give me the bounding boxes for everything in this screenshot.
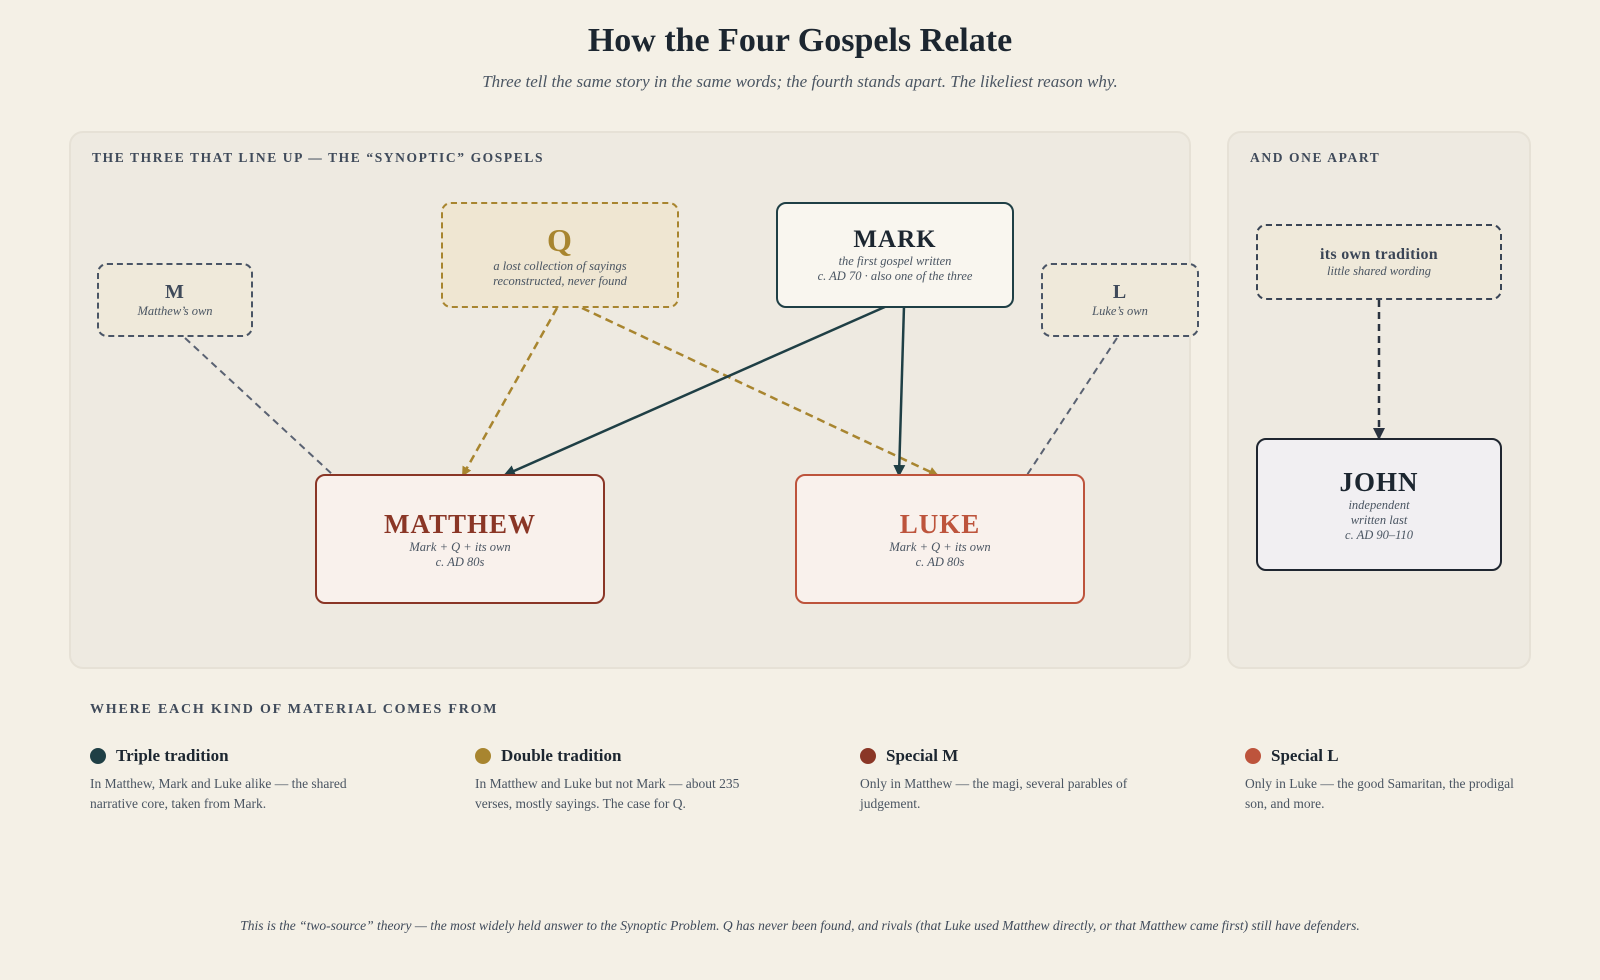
legend-item-double: Double tradition In Matthew and Luke but… [475, 746, 745, 814]
node-john-note-2: written last [1350, 512, 1408, 527]
legend-title-special-l: Special L [1271, 746, 1339, 765]
node-l-name: L [1112, 281, 1128, 303]
node-matthew-name: MATTHEW [383, 508, 536, 539]
node-matthew-note-2: c. AD 80s [435, 554, 485, 569]
node-mark-note-1: the first gospel written [838, 254, 952, 268]
legend-desc-double: In Matthew and Luke but not Mark — about… [475, 776, 740, 811]
node-m-note: Matthew’s own [137, 304, 213, 318]
legend-dot-special-l [1245, 748, 1261, 764]
node-luke-name: LUKE [899, 508, 981, 539]
node-q-note-2: reconstructed, never found [493, 273, 627, 288]
legend-title-special-m: Special M [886, 746, 959, 765]
footnote: This is the “two-source” theory — the mo… [240, 918, 1360, 933]
node-luke-note-2: c. AD 80s [915, 554, 965, 569]
edge-l-to-luke [1026, 337, 1118, 476]
node-mark: MARK the first gospel written c. AD 70 ·… [776, 202, 1014, 308]
node-l-note: Luke’s own [1092, 304, 1148, 318]
node-l: L Luke’s own [1041, 263, 1199, 337]
node-matthew: MATTHEW Mark + Q + its own c. AD 80s [315, 474, 605, 604]
edge-m-to-matthew [184, 337, 334, 476]
node-john: JOHN independent written last c. AD 90–1… [1256, 438, 1502, 571]
legend-desc-triple: In Matthew, Mark and Luke alike — the sh… [90, 776, 347, 811]
legend-desc-special-m: Only in Matthew — the magi, several para… [860, 776, 1128, 811]
node-john-note-1: independent [1348, 497, 1410, 512]
legend-dot-special-m [860, 748, 876, 764]
node-q: Q a lost collection of sayings reconstru… [441, 202, 679, 308]
node-q-note-1: a lost collection of sayings [493, 258, 627, 273]
node-m: M Matthew’s own [97, 263, 253, 337]
legend-heading: WHERE EACH KIND OF MATERIAL COMES FROM [90, 702, 499, 717]
node-luke-note-1: Mark + Q + its own [889, 539, 991, 554]
node-m-name: M [165, 281, 185, 303]
node-john-name: JOHN [1339, 466, 1419, 497]
node-own-tradition-name: its own tradition [1320, 245, 1438, 263]
node-own-tradition-note: little shared wording [1327, 263, 1431, 278]
node-q-name: Q [547, 221, 573, 258]
node-own-tradition: its own tradition little shared wording [1256, 224, 1502, 300]
node-john-note-3: c. AD 90–110 [1345, 527, 1413, 542]
node-mark-note-2: c. AD 70 · also one of the three [817, 269, 973, 283]
legend-item-special-m: Special M Only in Matthew — the magi, se… [860, 746, 1130, 814]
node-matthew-note-1: Mark + Q + its own [409, 539, 511, 554]
node-mark-name: MARK [853, 226, 937, 253]
legend-title-double: Double tradition [501, 746, 622, 765]
edge-q-to-luke [581, 306, 939, 477]
legend-desc-special-l: Only in Luke — the good Samaritan, the p… [1245, 776, 1514, 811]
legend-item-triple: Triple tradition In Matthew, Mark and Lu… [90, 746, 360, 814]
edge-q-to-matthew [461, 307, 559, 477]
node-luke: LUKE Mark + Q + its own c. AD 80s [795, 474, 1085, 604]
edge-mark-to-luke [893, 305, 906, 477]
legend-dot-double [475, 748, 491, 764]
legend-item-special-l: Special L Only in Luke — the good Samari… [1245, 746, 1515, 814]
edge-mark-to-matthew [503, 304, 888, 477]
legend-title-triple: Triple tradition [116, 746, 229, 765]
legend-dot-triple [90, 748, 106, 764]
